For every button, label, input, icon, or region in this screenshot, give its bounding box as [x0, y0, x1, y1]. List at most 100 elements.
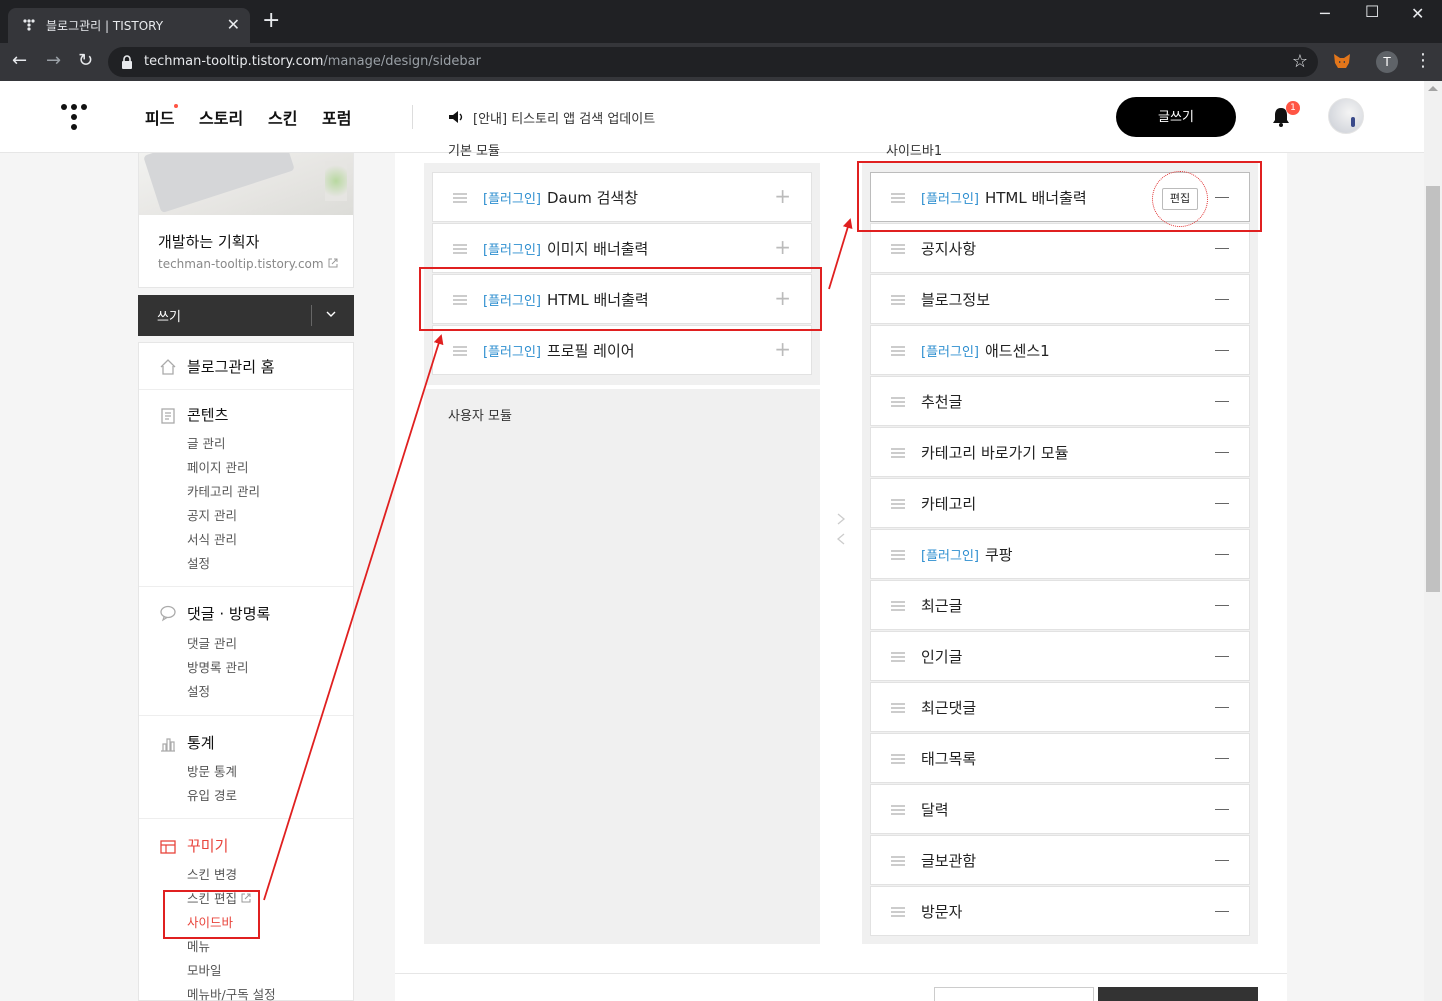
drag-handle-icon[interactable]: [891, 601, 905, 611]
save-changes-button[interactable]: [1098, 987, 1258, 1001]
move-arrows-icon[interactable]: [836, 512, 846, 548]
drag-handle-icon[interactable]: [891, 550, 905, 560]
chevron-down-icon[interactable]: [324, 307, 338, 321]
menu-item-skin-change[interactable]: 스킨 변경: [187, 864, 237, 883]
drag-handle-icon[interactable]: [891, 856, 905, 866]
minimize-icon[interactable]: ─: [1320, 4, 1330, 23]
window-close-icon[interactable]: ✕: [1411, 4, 1424, 23]
remove-module-icon[interactable]: [1215, 401, 1229, 402]
menu-item-pages[interactable]: 페이지 관리: [187, 457, 248, 476]
new-tab-icon[interactable]: +: [262, 10, 280, 32]
menu-item-menubar-subscribe[interactable]: 메뉴바/구독 설정: [187, 984, 276, 1001]
drag-handle-icon[interactable]: [453, 193, 467, 203]
sidebar-module-row[interactable]: 카테고리 바로가기 모듈: [870, 427, 1250, 477]
forward-icon[interactable]: →: [46, 51, 61, 71]
remove-module-icon[interactable]: [1215, 503, 1229, 504]
nav-story[interactable]: 스토리: [199, 105, 243, 129]
remove-module-icon[interactable]: [1215, 299, 1229, 300]
drag-handle-icon[interactable]: [891, 244, 905, 254]
back-icon[interactable]: ←: [12, 51, 27, 71]
remove-module-icon[interactable]: [1215, 656, 1229, 657]
add-module-icon[interactable]: +: [774, 338, 791, 360]
drag-handle-icon[interactable]: [891, 907, 905, 917]
menu-comments-title[interactable]: 댓글 · 방명록: [187, 603, 270, 624]
sidebar-module-row[interactable]: 블로그정보: [870, 274, 1250, 324]
bookmark-star-icon[interactable]: ☆: [1292, 51, 1308, 72]
remove-module-icon[interactable]: [1215, 350, 1229, 351]
sidebar-module-row[interactable]: 글보관함: [870, 835, 1250, 885]
basic-module-row[interactable]: [플러그인] 프로필 레이어 +: [432, 325, 812, 375]
write-post-button[interactable]: 글쓰기: [1116, 97, 1236, 137]
menu-item-comments[interactable]: 댓글 관리: [187, 633, 237, 652]
browser-menu-icon[interactable]: ⋮: [1414, 50, 1432, 71]
blog-name[interactable]: 개발하는 기획자: [158, 231, 259, 252]
menu-stats-title[interactable]: 통계: [187, 732, 215, 753]
reset-button[interactable]: [934, 987, 1094, 1001]
notice-link[interactable]: [안내] 티스토리 앱 검색 업데이트: [473, 108, 655, 127]
sidebar-module-row[interactable]: 방문자: [870, 886, 1250, 936]
drag-handle-icon[interactable]: [891, 754, 905, 764]
drag-handle-icon[interactable]: [891, 805, 905, 815]
drag-handle-icon[interactable]: [453, 244, 467, 254]
remove-module-icon[interactable]: [1215, 554, 1229, 555]
add-module-icon[interactable]: +: [774, 236, 791, 258]
menu-item-referrers[interactable]: 유입 경로: [187, 785, 237, 804]
drag-handle-icon[interactable]: [891, 448, 905, 458]
sidebar-module-row[interactable]: 달력: [870, 784, 1250, 834]
basic-module-row[interactable]: [플러그인] Daum 검색창 +: [432, 172, 812, 222]
menu-design-title[interactable]: 꾸미기: [187, 835, 228, 856]
remove-module-icon[interactable]: [1215, 809, 1229, 810]
sidebar-module-row[interactable]: 태그목록: [870, 733, 1250, 783]
drag-handle-icon[interactable]: [891, 652, 905, 662]
user-avatar[interactable]: [1328, 98, 1364, 134]
menu-item-guestbook[interactable]: 방명록 관리: [187, 657, 248, 676]
scroll-up-arrow-icon[interactable]: [1428, 86, 1438, 91]
scrollbar-thumb[interactable]: [1426, 186, 1440, 592]
drag-handle-icon[interactable]: [891, 397, 905, 407]
menu-item-categories[interactable]: 카테고리 관리: [187, 481, 260, 500]
remove-module-icon[interactable]: [1215, 707, 1229, 708]
metamask-fox-icon[interactable]: [1332, 51, 1352, 71]
menu-item-notices[interactable]: 공지 관리: [187, 505, 237, 524]
menu-item-visit-stats[interactable]: 방문 통계: [187, 761, 237, 780]
menu-item-comment-settings[interactable]: 설정: [187, 681, 210, 700]
drag-handle-icon[interactable]: [891, 295, 905, 305]
address-bar[interactable]: techman-tooltip.tistory.com/manage/desig…: [108, 47, 1318, 77]
sidebar-module-row[interactable]: [플러그인] 쿠팡: [870, 529, 1250, 579]
drag-handle-icon[interactable]: [453, 346, 467, 356]
basic-module-row[interactable]: [플러그인] 이미지 배너출력 +: [432, 223, 812, 273]
drag-handle-icon[interactable]: [891, 346, 905, 356]
menu-item-content-settings[interactable]: 설정: [187, 553, 210, 572]
drag-handle-icon[interactable]: [891, 703, 905, 713]
sidebar-module-row[interactable]: 최근글: [870, 580, 1250, 630]
browser-tab[interactable]: 블로그관리 | TISTORY ✕: [8, 8, 250, 43]
nav-feed[interactable]: 피드: [145, 105, 174, 129]
add-module-icon[interactable]: +: [774, 185, 791, 207]
menu-home-link[interactable]: 블로그관리 홈: [187, 356, 275, 377]
reload-icon[interactable]: ↻: [78, 51, 93, 71]
sidebar-module-row[interactable]: 카테고리: [870, 478, 1250, 528]
tistory-logo-icon[interactable]: [60, 103, 88, 131]
maximize-icon[interactable]: ☐: [1365, 2, 1379, 21]
menu-content-title[interactable]: 콘텐츠: [187, 404, 228, 425]
remove-module-icon[interactable]: [1215, 605, 1229, 606]
sidebar-module-row[interactable]: 인기글: [870, 631, 1250, 681]
close-tab-icon[interactable]: ✕: [227, 15, 240, 34]
browser-profile-avatar[interactable]: T: [1376, 51, 1398, 73]
menu-item-posts[interactable]: 글 관리: [187, 433, 225, 452]
remove-module-icon[interactable]: [1215, 860, 1229, 861]
nav-skin[interactable]: 스킨: [268, 105, 297, 129]
remove-module-icon[interactable]: [1215, 248, 1229, 249]
blog-url[interactable]: techman-tooltip.tistory.com: [158, 257, 338, 271]
remove-module-icon[interactable]: [1215, 911, 1229, 912]
write-menu-bar[interactable]: 쓰기: [138, 295, 354, 336]
nav-forum[interactable]: 포럼: [322, 105, 351, 129]
remove-module-icon[interactable]: [1215, 452, 1229, 453]
sidebar-module-row[interactable]: 최근댓글: [870, 682, 1250, 732]
menu-item-templates[interactable]: 서식 관리: [187, 529, 237, 548]
menu-item-mobile[interactable]: 모바일: [187, 960, 222, 979]
drag-handle-icon[interactable]: [891, 499, 905, 509]
sidebar-module-row[interactable]: [플러그인] 애드센스1: [870, 325, 1250, 375]
remove-module-icon[interactable]: [1215, 758, 1229, 759]
sidebar-module-row[interactable]: 추천글: [870, 376, 1250, 426]
